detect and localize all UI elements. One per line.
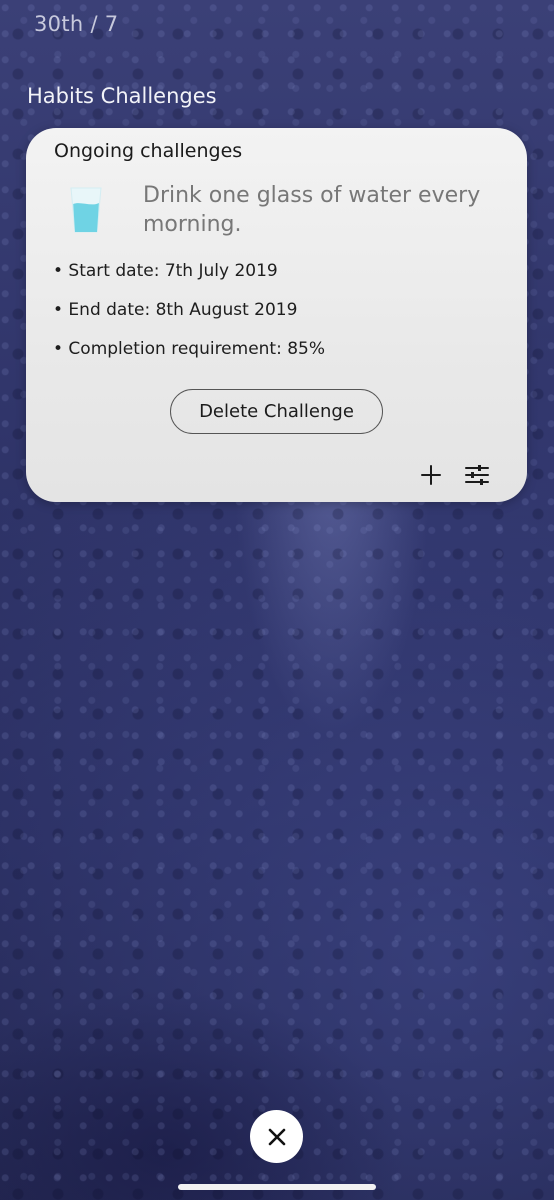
plus-icon[interactable] — [419, 463, 443, 487]
completion-requirement: • Completion requirement: 85% — [53, 339, 326, 359]
screen: 30th / 7 Habits Challenges Ongoing chall… — [0, 0, 554, 1200]
habit-description: Drink one glass of water every morning. — [143, 183, 481, 237]
sliders-icon[interactable] — [464, 464, 490, 486]
start-date: • Start date: 7th July 2019 — [53, 261, 278, 281]
end-date: • End date: 8th August 2019 — [53, 300, 298, 320]
water-glass-icon — [70, 187, 102, 233]
challenge-card: Ongoing challenges Drink one glass of wa… — [26, 128, 527, 502]
card-title: Ongoing challenges — [54, 140, 243, 162]
close-button[interactable] — [250, 1110, 303, 1163]
close-icon — [268, 1128, 285, 1145]
date-label: 30th / 7 — [34, 12, 119, 36]
section-title: Habits Challenges — [27, 84, 217, 108]
delete-challenge-button[interactable]: Delete Challenge — [170, 389, 383, 434]
home-indicator — [178, 1184, 376, 1190]
